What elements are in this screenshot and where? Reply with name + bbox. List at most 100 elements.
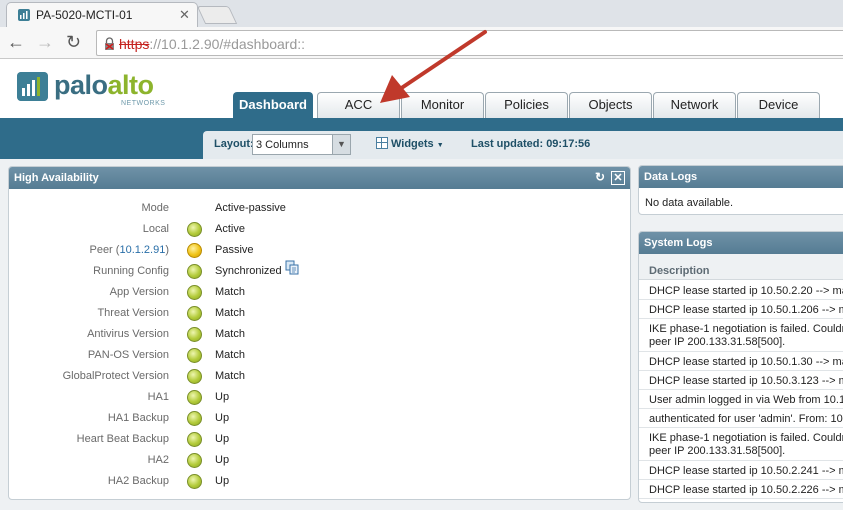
- ha-label: PAN-OS Version: [87, 349, 169, 361]
- ha-row-mode: Mode Active-passive: [9, 199, 409, 220]
- ha-value: Match: [215, 328, 245, 340]
- ha-row-ha2: HA2 Up: [9, 451, 409, 472]
- dashboard-content: High Availability ↻ ✕ Mode Active-passiv…: [0, 159, 843, 510]
- peer-label-prefix: Peer (: [89, 244, 120, 256]
- last-updated: Last updated: 09:17:56: [471, 138, 590, 150]
- status-green-icon: [187, 306, 202, 321]
- logo-subtitle: NETWORKS: [121, 100, 166, 107]
- layout-select[interactable]: 3 Columns ▼: [252, 134, 351, 155]
- layout-select-value: 3 Columns: [256, 139, 309, 151]
- status-green-icon: [187, 327, 202, 342]
- widget-header: System Logs: [639, 232, 843, 254]
- log-text: DHCP lease started ip 10.50.2.241 --> m: [649, 465, 843, 477]
- status-green-icon: [187, 390, 202, 405]
- tab-device[interactable]: Device: [737, 92, 820, 118]
- status-yellow-icon: [187, 243, 202, 258]
- logo-text-main: palo: [54, 70, 108, 100]
- browser-tab[interactable]: PA-5020-MCTI-01 ✕: [6, 2, 198, 27]
- log-text: IKE phase-1 negotiation is failed. Could…: [649, 432, 843, 457]
- last-updated-label: Last updated:: [471, 138, 544, 150]
- last-updated-value: 09:17:56: [546, 138, 591, 150]
- close-icon[interactable]: ✕: [611, 171, 625, 185]
- log-row[interactable]: DHCP lease started ip 10.50.1.30 --> ma: [639, 352, 843, 371]
- empty-message: No data available.: [645, 197, 734, 209]
- data-logs-widget: Data Logs No data available.: [638, 165, 843, 215]
- log-text: DHCP lease started ip 10.50.1.206 --> m: [649, 304, 843, 316]
- dashboard-nav-bar: Layout: 3 Columns ▼ Widgets ▼ Last updat…: [0, 118, 843, 159]
- new-tab-button[interactable]: [196, 6, 238, 24]
- column-header-description[interactable]: Description: [639, 254, 843, 280]
- log-row[interactable]: DHCP lease started ip 10.50.1.206 --> m: [639, 300, 843, 319]
- log-row[interactable]: DHCP lease started ip 10.50.3.123 --> m: [639, 371, 843, 390]
- ha-label: HA1: [147, 391, 169, 403]
- ha-row-panos-version: PAN-OS Version Match: [9, 346, 409, 367]
- peer-ip-link[interactable]: 10.1.2.91: [119, 244, 165, 256]
- log-text: DHCP lease started ip 10.50.2.226 --> m: [649, 484, 843, 496]
- status-green-icon: [187, 222, 202, 237]
- ha-value: Up: [215, 433, 230, 445]
- ha-label: Peer (10.1.2.91): [89, 244, 169, 256]
- ha-value: Active-passive: [215, 202, 286, 214]
- system-logs-widget: System Logs Description DHCP lease start…: [638, 231, 843, 503]
- ha-label: App Version: [109, 286, 169, 298]
- logo-text-alt: alto: [107, 70, 155, 100]
- widget-title: System Logs: [644, 237, 713, 249]
- ha-row-antivirus-version: Antivirus Version Match: [9, 325, 409, 346]
- layout-label: Layout:: [214, 138, 254, 150]
- log-row[interactable]: authenticated for user 'admin'. From: 10: [639, 409, 843, 428]
- widgets-label: Widgets: [391, 138, 434, 150]
- log-row[interactable]: DHCP lease started ip 10.50.2.226 --> m: [639, 480, 843, 499]
- palo-alto-logo-icon: [17, 72, 48, 101]
- status-green-icon: [187, 285, 202, 300]
- logo-text: paloalto: [54, 70, 154, 101]
- caret-down-icon: ▼: [436, 142, 444, 149]
- ha-value: Active: [215, 223, 245, 235]
- ha-label: Heart Beat Backup: [76, 433, 169, 445]
- log-row[interactable]: IKE phase-1 negotiation is failed. Could…: [639, 319, 843, 352]
- ha-row-threat-version: Threat Version Match: [9, 304, 409, 325]
- tab-policies[interactable]: Policies: [485, 92, 568, 118]
- annotation-arrow-icon: [380, 30, 487, 103]
- log-text: User admin logged in via Web from 10.1: [649, 394, 843, 406]
- insecure-lock-icon: [105, 37, 114, 50]
- tab-objects[interactable]: Objects: [569, 92, 652, 118]
- widgets-menu-button[interactable]: Widgets ▼: [376, 137, 444, 150]
- chevron-down-icon[interactable]: ▼: [332, 135, 350, 154]
- log-row[interactable]: IKE phase-1 negotiation is failed. Could…: [639, 428, 843, 461]
- ha-row-globalprotect-version: GlobalProtect Version Match: [9, 367, 409, 388]
- ha-row-app-version: App Version Match: [9, 283, 409, 304]
- ha-row-heartbeat-backup: Heart Beat Backup Up: [9, 430, 409, 451]
- ha-value: Match: [215, 370, 245, 382]
- widget-title: Data Logs: [644, 171, 698, 183]
- browser-tabstrip: PA-5020-MCTI-01 ✕: [0, 0, 843, 27]
- widget-title: High Availability: [14, 172, 99, 184]
- close-icon[interactable]: ✕: [179, 7, 190, 23]
- log-row[interactable]: DHCP lease started ip 10.50.2.20 --> ma: [639, 281, 843, 300]
- url-rest: ://10.1.2.90/#dashboard::: [149, 36, 306, 52]
- log-text: authenticated for user 'admin'. From: 10: [649, 413, 843, 425]
- ha-row-ha1: HA1 Up: [9, 388, 409, 409]
- url-text: https://10.1.2.90/#dashboard::: [119, 36, 305, 52]
- back-arrow-icon[interactable]: ←: [7, 32, 25, 52]
- log-row[interactable]: DHCP lease started ip 10.50.2.241 --> m: [639, 461, 843, 480]
- log-row[interactable]: User admin logged in via Web from 10.1: [639, 390, 843, 409]
- status-green-icon: [187, 369, 202, 384]
- reload-icon[interactable]: ↻: [66, 32, 81, 52]
- column-header-label: Description: [649, 265, 710, 277]
- log-text: IKE phase-1 negotiation is failed. Could…: [649, 323, 843, 348]
- tab-dashboard[interactable]: Dashboard: [233, 92, 313, 118]
- log-text: DHCP lease started ip 10.50.2.20 --> ma: [649, 285, 843, 297]
- ha-row-running-config: Running Config Synchronized: [9, 260, 409, 283]
- refresh-icon[interactable]: ↻: [593, 171, 607, 185]
- peer-label-suffix: ): [165, 244, 169, 256]
- ha-label: Mode: [141, 202, 169, 214]
- ha-label: HA1 Backup: [107, 412, 169, 424]
- sync-config-icon[interactable]: [285, 260, 300, 275]
- tab-network[interactable]: Network: [653, 92, 736, 118]
- ha-value: Match: [215, 349, 245, 361]
- browser-tab-title: PA-5020-MCTI-01: [36, 8, 133, 22]
- ha-row-local: Local Active: [9, 220, 409, 241]
- ha-label: HA2 Backup: [107, 475, 169, 487]
- forward-arrow-icon[interactable]: →: [36, 32, 54, 52]
- status-green-icon: [187, 453, 202, 468]
